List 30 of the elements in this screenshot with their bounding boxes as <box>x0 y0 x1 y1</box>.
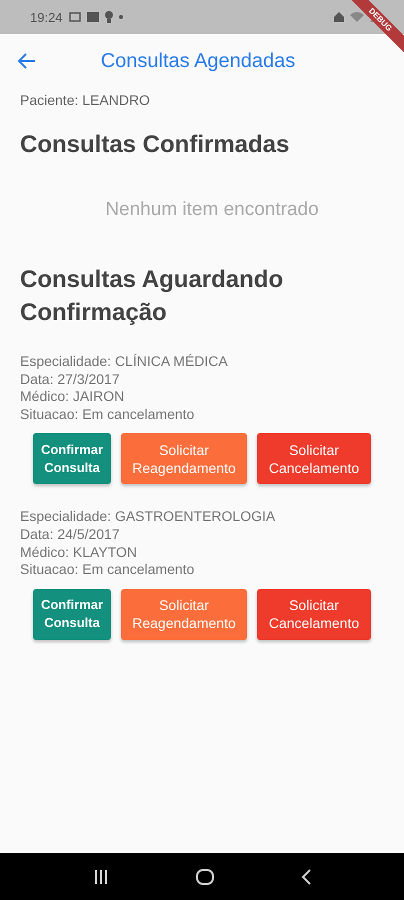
reschedule-button[interactable]: Solicitar Reagendamento <box>121 588 247 640</box>
appointment-detail: Situacao: Em cancelamento <box>20 406 196 424</box>
appointment-detail: Especialidade: CLÍNICA MÉDICA <box>20 353 229 371</box>
reschedule-button[interactable]: Solicitar Reagendamento <box>121 433 247 484</box>
cancel-button[interactable]: Solicitar Cancelamento <box>257 588 371 640</box>
wifi-icon <box>350 12 364 22</box>
appointment-detail: Data: 27/3/2017 <box>20 370 121 388</box>
bulb-icon <box>104 11 113 23</box>
recent-apps-icon[interactable] <box>93 870 110 884</box>
screen-title: Consultas Agendadas <box>100 50 296 72</box>
back-icon[interactable] <box>300 868 311 884</box>
section-heading: Consultas Confirmadas <box>20 130 290 160</box>
confirm-button[interactable]: Confirmar Consulta <box>33 433 111 484</box>
appointment-detail: Médico: KLAYTON <box>20 544 138 562</box>
image-icon <box>86 12 99 22</box>
status-time: 19:24 <box>30 10 63 24</box>
appointment-detail: Especialidade: GASTROENTEROLOGIA <box>20 508 276 526</box>
message-icon <box>68 12 81 22</box>
confirm-button[interactable]: Confirmar Consulta <box>33 588 111 640</box>
appointment-detail: Situacao: Em cancelamento <box>20 561 196 579</box>
appointment-detail: Data: 24/5/2017 <box>20 526 121 544</box>
section-heading: Consultas Aguardando Confirmação <box>20 265 284 328</box>
cancel-button[interactable]: Solicitar Cancelamento <box>257 433 371 484</box>
patient-name: Paciente: LEANDRO <box>20 92 151 108</box>
empty-message: Nenhum item encontrado <box>104 199 320 221</box>
home-icon <box>334 12 344 22</box>
appointment-detail: Médico: JAIRON <box>20 388 126 406</box>
back-arrow-icon[interactable] <box>18 53 36 69</box>
home-button-icon[interactable] <box>196 868 214 884</box>
dot-icon <box>118 15 123 19</box>
